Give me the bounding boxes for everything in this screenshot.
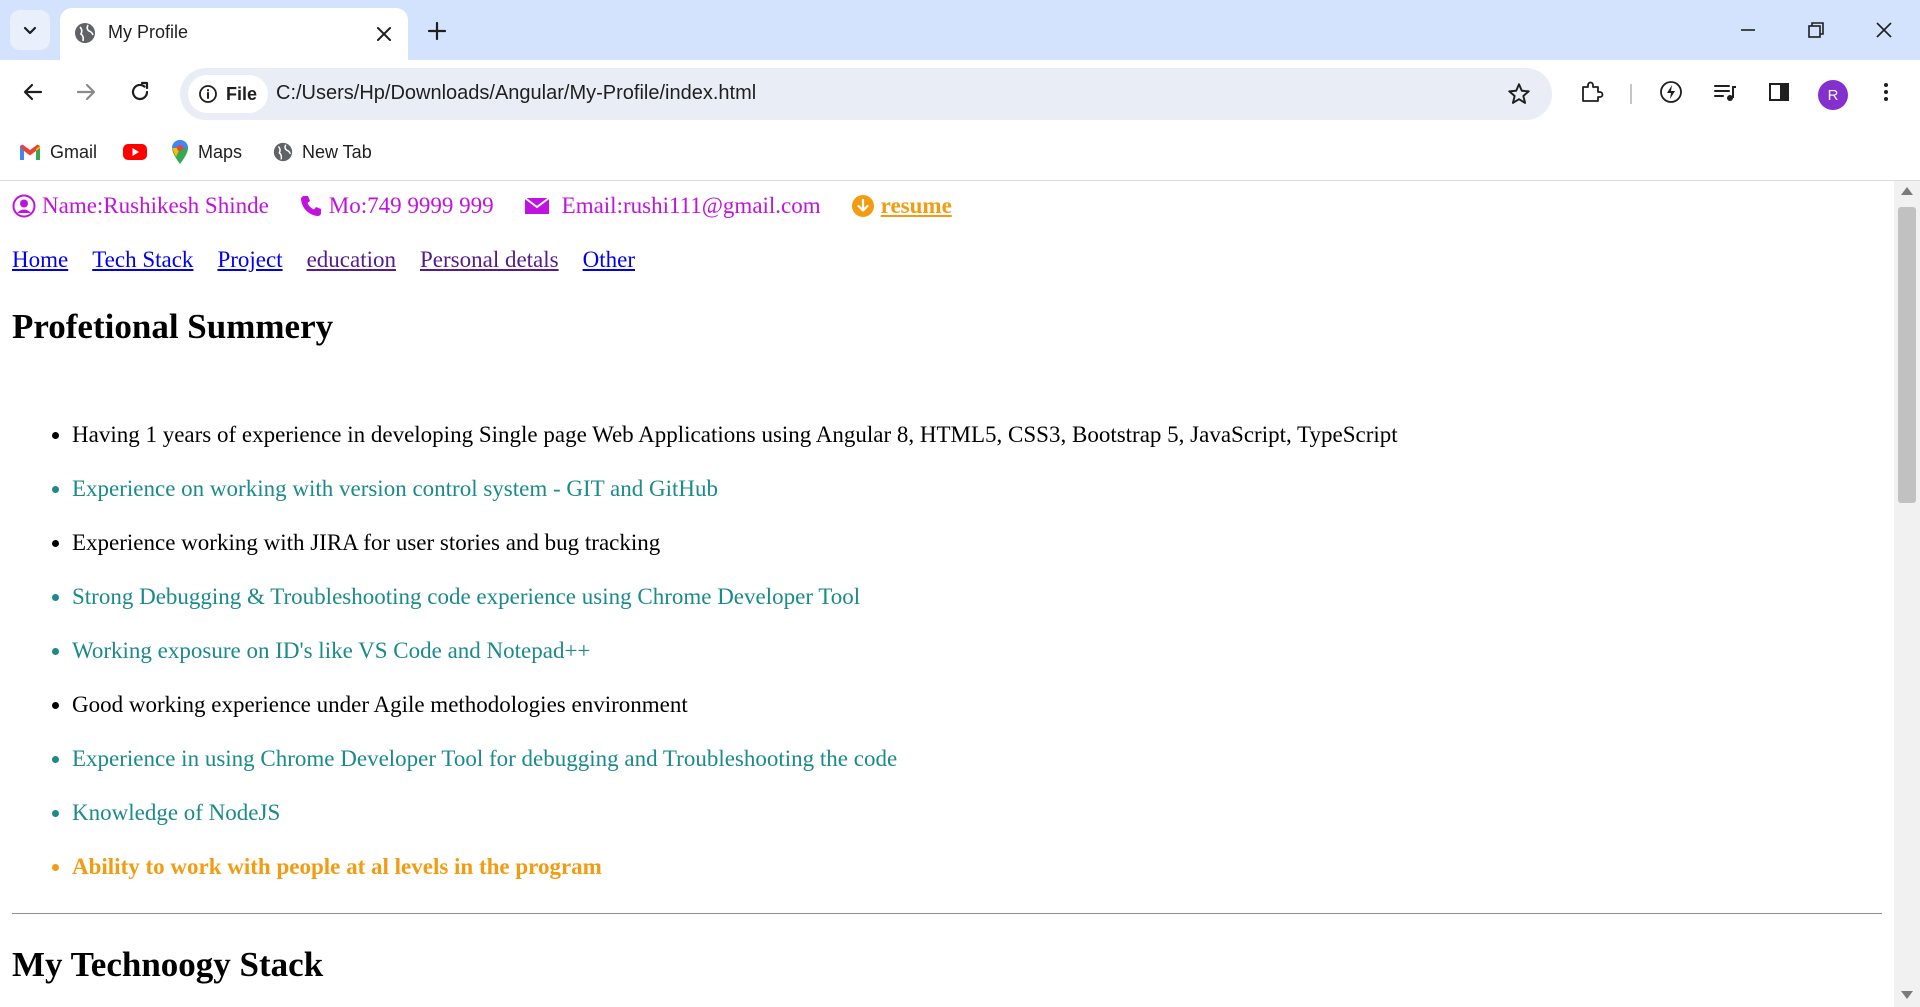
forward-button[interactable] bbox=[70, 76, 102, 108]
page-scrollbar[interactable] bbox=[1894, 181, 1920, 1007]
list-item: Good working experience under Agile meth… bbox=[72, 691, 1398, 745]
extensions-button[interactable] bbox=[1575, 76, 1607, 108]
bookmark-maps[interactable]: Maps bbox=[170, 138, 242, 166]
nav-project-link[interactable]: Project bbox=[217, 247, 282, 273]
nav-other-link[interactable]: Other bbox=[583, 247, 635, 273]
resume-link[interactable]: resume bbox=[881, 193, 952, 219]
performance-button[interactable] bbox=[1655, 76, 1687, 108]
list-item: Strong Debugging & Troubleshooting code … bbox=[72, 583, 1398, 637]
close-icon[interactable] bbox=[372, 22, 396, 46]
toolbar-separator bbox=[1630, 84, 1632, 104]
list-item: Having 1 years of experience in developi… bbox=[72, 421, 1398, 475]
bookmarks-bar: Gmail Maps New Tab bbox=[0, 124, 1920, 181]
back-button[interactable] bbox=[17, 76, 49, 108]
list-item: Working exposure on ID's like VS Code an… bbox=[72, 637, 1398, 691]
arrow-left-icon bbox=[23, 83, 43, 101]
browser-toolbar: File C:/Users/Hp/Downloads/Angular/My-Pr… bbox=[0, 60, 1920, 124]
contact-name: Name:Rushikesh Shinde bbox=[12, 193, 269, 219]
playlist-icon bbox=[1714, 85, 1736, 101]
maps-icon bbox=[172, 140, 188, 164]
phone-icon bbox=[300, 196, 321, 216]
contact-email: Email:rushi111@gmail.com bbox=[524, 193, 821, 219]
minimize-icon bbox=[1741, 29, 1755, 31]
summary-list: Having 1 years of experience in developi… bbox=[0, 421, 1398, 907]
active-tab[interactable]: My Profile bbox=[60, 8, 408, 60]
list-item: Knowledge of NodeJS bbox=[72, 799, 1398, 853]
youtube-icon bbox=[123, 144, 147, 160]
media-controls-button[interactable] bbox=[1709, 76, 1741, 108]
list-item: Experience working with JIRA for user st… bbox=[72, 529, 1398, 583]
profile-avatar[interactable]: R bbox=[1818, 80, 1848, 110]
more-vert-icon bbox=[1884, 83, 1888, 101]
url-text[interactable]: C:/Users/Hp/Downloads/Angular/My-Profile… bbox=[276, 82, 756, 105]
contact-bar: Name:Rushikesh Shinde Mo:749 9999 999 Em… bbox=[12, 191, 982, 221]
reload-icon bbox=[131, 81, 149, 101]
site-info-chip[interactable]: File bbox=[188, 75, 268, 113]
tab-search-button[interactable] bbox=[10, 10, 50, 50]
nav-home-link[interactable]: Home bbox=[12, 247, 68, 273]
speed-icon bbox=[1660, 81, 1682, 103]
bookmark-gmail[interactable]: Gmail bbox=[18, 138, 97, 166]
gmail-icon bbox=[20, 144, 40, 160]
tech-stack-heading: My Technoogy Stack bbox=[12, 945, 324, 984]
star-icon[interactable] bbox=[1506, 81, 1532, 107]
bookmark-label: Maps bbox=[198, 141, 243, 162]
scroll-down-arrow-icon[interactable] bbox=[1901, 991, 1913, 999]
close-icon bbox=[1876, 22, 1892, 38]
nav-personal-details-link[interactable]: Personal detals bbox=[420, 247, 559, 273]
globe-icon bbox=[273, 142, 293, 162]
puzzle-icon bbox=[1582, 81, 1604, 102]
bookmark-label: Gmail bbox=[50, 141, 98, 162]
nav-education-link[interactable]: education bbox=[307, 247, 396, 273]
reload-button[interactable] bbox=[124, 76, 156, 108]
contact-mobile: Mo:749 9999 999 bbox=[299, 193, 494, 219]
download-circle-icon bbox=[851, 195, 874, 217]
arrow-right-icon bbox=[76, 83, 96, 101]
tab-strip: My Profile bbox=[0, 0, 1920, 60]
chevron-down-icon bbox=[23, 26, 37, 35]
site-chip-label: File bbox=[226, 84, 258, 104]
bookmark-youtube[interactable] bbox=[122, 138, 156, 166]
name-text: Name:Rushikesh Shinde bbox=[42, 193, 269, 218]
bookmark-new-tab[interactable]: New Tab bbox=[272, 138, 372, 166]
menu-button[interactable] bbox=[1870, 76, 1902, 108]
restore-icon bbox=[1808, 22, 1824, 38]
address-bar[interactable]: File C:/Users/Hp/Downloads/Angular/My-Pr… bbox=[180, 68, 1552, 120]
tab-title: My Profile bbox=[108, 22, 189, 42]
list-item: Experience on working with version contr… bbox=[72, 475, 1398, 529]
envelope-icon bbox=[524, 197, 550, 214]
mobile-text: Mo:749 9999 999 bbox=[328, 193, 494, 218]
bookmark-label: New Tab bbox=[302, 141, 372, 162]
resume-download[interactable]: resume bbox=[851, 193, 952, 219]
minimize-button[interactable] bbox=[1728, 14, 1768, 46]
nav-tech-stack-link[interactable]: Tech Stack bbox=[92, 247, 193, 273]
list-item: Ability to work with people at al levels… bbox=[72, 853, 1398, 907]
globe-icon bbox=[75, 23, 95, 43]
list-item: Experience in using Chrome Developer Too… bbox=[72, 745, 1398, 799]
user-circle-icon bbox=[12, 194, 36, 218]
section-divider bbox=[12, 913, 1882, 914]
page-content: Name:Rushikesh Shinde Mo:749 9999 999 Em… bbox=[0, 181, 1894, 1007]
restore-button[interactable] bbox=[1796, 14, 1836, 46]
email-text: Email:rushi111@gmail.com bbox=[561, 193, 821, 218]
summary-heading: Profetional Summery bbox=[12, 307, 334, 346]
new-tab-icon[interactable] bbox=[422, 16, 452, 46]
scroll-up-arrow-icon[interactable] bbox=[1901, 187, 1913, 195]
scroll-thumb[interactable] bbox=[1898, 207, 1916, 503]
info-icon bbox=[199, 85, 217, 103]
close-window-button[interactable] bbox=[1864, 14, 1904, 46]
side-panel-button[interactable] bbox=[1763, 76, 1795, 108]
main-nav: Home Tech Stack Project education Person… bbox=[12, 247, 659, 273]
side-panel-icon bbox=[1769, 83, 1789, 101]
